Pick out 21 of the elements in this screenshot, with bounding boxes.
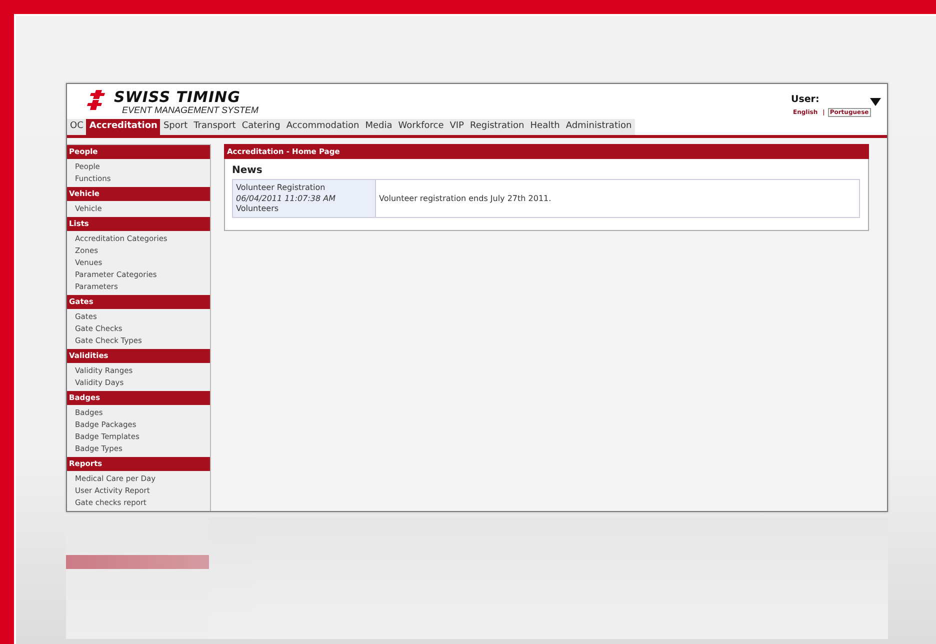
nav-tab[interactable]: Catering <box>238 119 284 135</box>
nav-tab[interactable]: OC <box>67 119 86 135</box>
nav-tab[interactable]: Registration <box>466 119 528 135</box>
logo-title: SWISS TIMING <box>114 90 242 105</box>
nav-tab[interactable]: Sport <box>160 119 191 135</box>
nav-tab[interactable]: Media <box>362 119 396 135</box>
news-date: 06/04/2011 11:07:38 AM <box>236 194 336 204</box>
news-heading: News <box>232 165 264 176</box>
logo-subtitle: EVENT MANAGEMENT SYSTEM <box>122 105 259 115</box>
dropdown-arrow-icon[interactable] <box>870 98 881 106</box>
nav-tab[interactable]: Administration <box>562 119 635 135</box>
news-message: Volunteer registration ends July 27th 2011. <box>378 192 552 205</box>
nav-tab[interactable]: Health <box>527 119 563 135</box>
nav-tab[interactable]: Workforce <box>395 119 447 135</box>
nav-tab[interactable]: Accommodation <box>283 119 362 135</box>
user-label: User: <box>791 94 820 105</box>
nav-tab[interactable]: Transport <box>190 119 239 135</box>
nav-tab[interactable]: VIP <box>446 119 467 135</box>
news-title: Volunteer Registration <box>236 183 326 194</box>
news-audience: Volunteers <box>236 204 280 214</box>
nav-tab[interactable]: Accreditation <box>86 119 160 135</box>
